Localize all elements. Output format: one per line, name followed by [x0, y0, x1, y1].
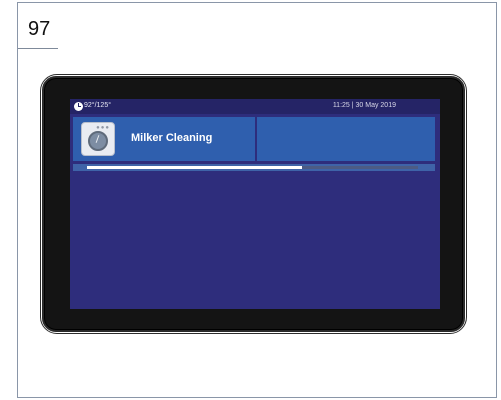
task-title: Milker Cleaning	[131, 132, 213, 144]
screen: 92°/125° 11:25 | 30 May 2019 ●●● Milker …	[70, 99, 440, 309]
machine-drum-icon	[88, 131, 108, 151]
date-time: 11:25 | 30 May 2019	[332, 102, 396, 109]
milker-cleaning-icon: ●●●	[81, 122, 115, 156]
temperature-reading: 92°/125°	[84, 102, 112, 109]
progress-fill	[87, 166, 302, 169]
status-bar: 92°/125° 11:25 | 30 May 2019	[70, 99, 440, 114]
task-card-milker-cleaning[interactable]: ●●● Milker Cleaning	[73, 117, 255, 161]
page-number: 97	[28, 18, 51, 40]
clock-icon	[74, 102, 83, 111]
task-card-empty[interactable]	[257, 117, 435, 161]
page-number-divider	[18, 48, 58, 49]
